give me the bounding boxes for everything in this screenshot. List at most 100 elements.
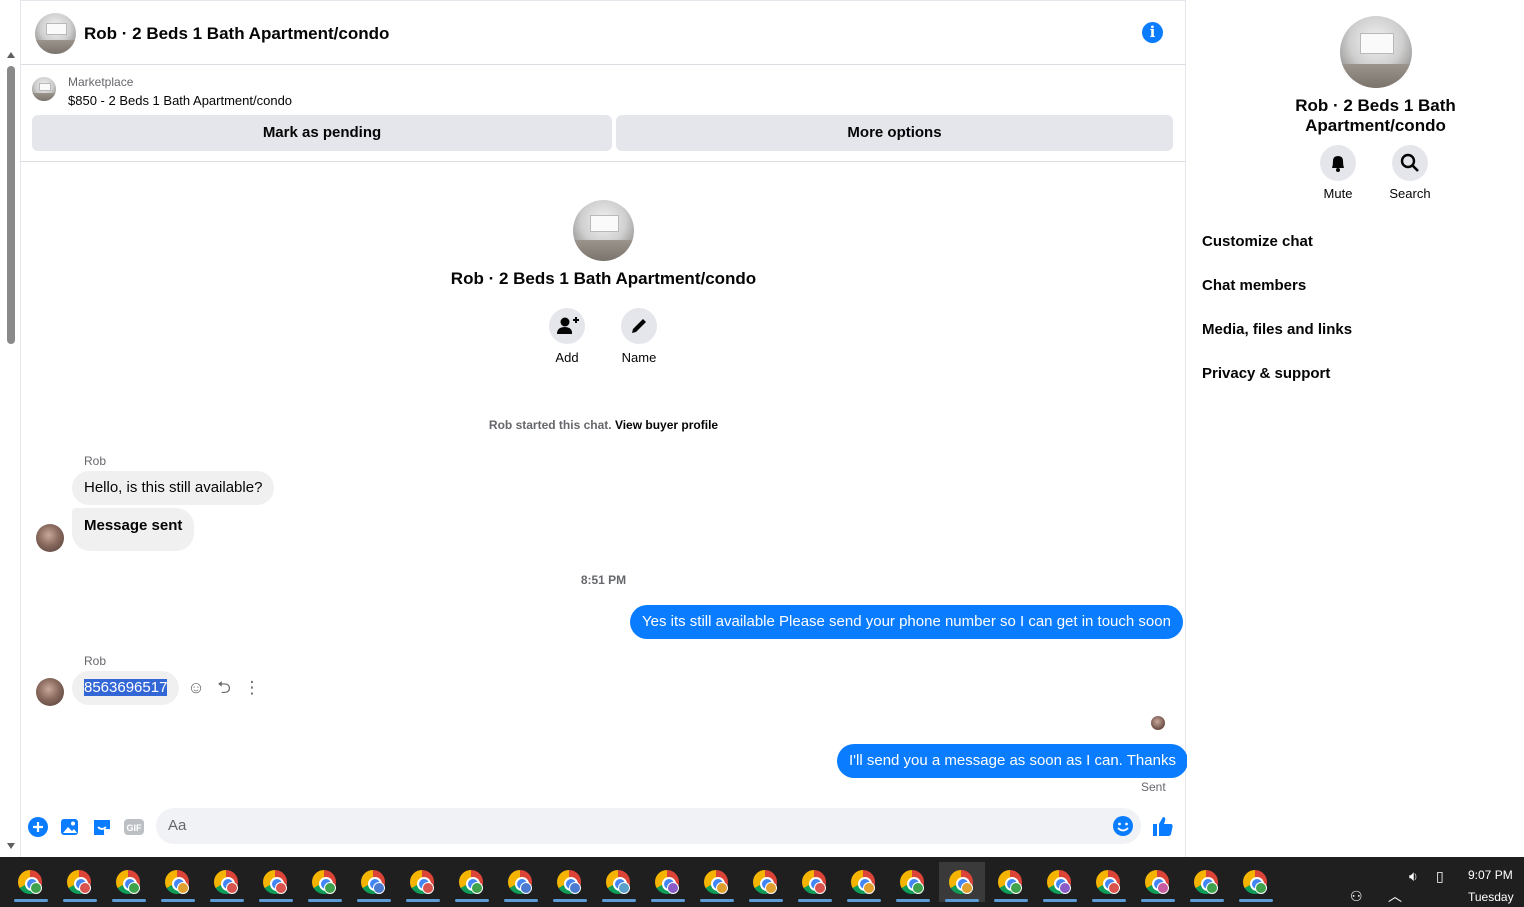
message-composer: GIF Aa [21, 800, 1186, 856]
taskbar-chrome-app[interactable] [302, 862, 348, 902]
react-icon[interactable]: ☺ [186, 678, 206, 698]
gif-icon[interactable]: GIF [123, 816, 145, 838]
rob-avatar[interactable] [36, 524, 64, 552]
running-indicator [798, 899, 832, 902]
running-indicator [602, 899, 636, 902]
mute-button[interactable] [1320, 145, 1356, 181]
plus-circle-icon[interactable] [27, 816, 49, 838]
name-chat-button[interactable] [621, 308, 657, 344]
taskbar-chrome-app[interactable] [8, 862, 54, 902]
taskbar-chrome-app[interactable] [253, 862, 299, 902]
customize-chat-item[interactable]: Customize chat [1202, 233, 1313, 250]
sender-name: Rob [84, 654, 107, 668]
emoji-icon[interactable] [1112, 815, 1134, 837]
running-indicator [455, 899, 489, 902]
taskbar-chrome-app[interactable] [841, 862, 887, 902]
thumbs-up-icon[interactable] [1151, 814, 1175, 838]
clock-time[interactable]: 9:07 PM [1468, 868, 1513, 882]
chat-members-item[interactable]: Chat members [1202, 277, 1306, 294]
listing-title[interactable]: $850 - 2 Beds 1 Bath Apartment/condo [68, 93, 292, 108]
add-people-button[interactable] [549, 308, 585, 344]
taskbar-chrome-app[interactable] [988, 862, 1034, 902]
profile-badge-icon [863, 882, 875, 894]
people-icon[interactable]: ⚇ [1350, 888, 1363, 905]
profile-badge-icon [618, 882, 630, 894]
mark-as-pending-button[interactable]: Mark as pending [32, 115, 612, 151]
taskbar-chrome-app[interactable] [351, 862, 397, 902]
photo-icon[interactable] [59, 816, 81, 838]
profile-badge-icon [275, 882, 287, 894]
profile-badge-icon [716, 882, 728, 894]
running-indicator [700, 899, 734, 902]
taskbar-chrome-app[interactable] [204, 862, 250, 902]
message-bubble-incoming[interactable]: Message sent [72, 508, 195, 551]
running-indicator [357, 899, 391, 902]
selected-phone-number[interactable]: 8563696517 [84, 679, 168, 696]
info-icon[interactable]: i [1142, 22, 1163, 43]
intro-avatar [573, 200, 634, 261]
reply-icon[interactable]: ⮌ [214, 678, 234, 698]
taskbar-chrome-app[interactable] [1086, 862, 1132, 902]
search-icon [1400, 153, 1419, 172]
chat-title[interactable]: Rob · 2 Beds 1 Bath Apartment/condo [84, 24, 389, 44]
taskbar-chrome-app[interactable] [547, 862, 593, 902]
taskbar-chrome-app[interactable] [155, 862, 201, 902]
profile-badge-icon [1059, 882, 1071, 894]
taskbar-chrome-app[interactable] [449, 862, 495, 902]
taskbar-chrome-app[interactable] [645, 862, 691, 902]
more-options-button[interactable]: More options [616, 115, 1173, 151]
taskbar-chrome-app[interactable] [1184, 862, 1230, 902]
chat-intro: Rob · 2 Beds 1 Bath Apartment/condo [21, 200, 1186, 289]
clock-day[interactable]: Tuesday [1468, 890, 1514, 904]
media-files-links-item[interactable]: Media, files and links [1202, 321, 1352, 338]
taskbar-chrome-app[interactable] [596, 862, 642, 902]
more-vertical-icon[interactable]: ⋮ [242, 678, 262, 698]
taskbar-chrome-app[interactable] [1135, 862, 1181, 902]
rob-avatar[interactable] [36, 678, 64, 706]
page-scrollbar[interactable] [0, 0, 21, 857]
scroll-up-arrow-icon[interactable] [7, 52, 15, 58]
add-label: Add [555, 350, 579, 365]
profile-badge-icon [324, 882, 336, 894]
running-indicator [1239, 899, 1273, 902]
taskbar-chrome-app[interactable] [1233, 862, 1279, 902]
sticker-icon[interactable] [91, 816, 113, 838]
scroll-down-arrow-icon[interactable] [7, 843, 15, 849]
taskbar-chrome-app[interactable] [1037, 862, 1083, 902]
running-indicator [406, 899, 440, 902]
taskbar-chrome-app[interactable] [743, 862, 789, 902]
search-button[interactable] [1392, 145, 1428, 181]
taskbar-chrome-app[interactable] [106, 862, 152, 902]
view-buyer-profile-link[interactable]: View buyer profile [615, 418, 718, 432]
taskbar-chrome-app[interactable] [694, 862, 740, 902]
message-timestamp: 8:51 PM [580, 573, 627, 587]
scrollbar-thumb[interactable] [7, 66, 15, 344]
chat-avatar[interactable] [35, 13, 76, 54]
taskbar-chrome-app[interactable] [498, 862, 544, 902]
chevron-up-icon[interactable]: ︿ [1388, 886, 1402, 906]
message-bubble-outgoing[interactable]: Yes its still available Please send your… [630, 605, 1183, 639]
message-bubble-outgoing[interactable]: I'll send you a message as soon as I can… [837, 744, 1188, 778]
taskbar-chrome-app[interactable] [939, 862, 985, 902]
profile-badge-icon [667, 882, 679, 894]
volume-icon[interactable]: 🔉︎ [1409, 868, 1418, 885]
profile-badge-icon [961, 882, 973, 894]
profile-badge-icon [422, 882, 434, 894]
taskbar-chrome-app[interactable] [57, 862, 103, 902]
message-input-placeholder: Aa [168, 817, 187, 834]
name-label: Name [621, 350, 657, 365]
running-indicator [161, 899, 195, 902]
taskbar-chrome-app[interactable] [400, 862, 446, 902]
privacy-support-item[interactable]: Privacy & support [1202, 365, 1330, 382]
message-bubble-incoming[interactable]: 8563696517 [72, 671, 180, 705]
listing-thumbnail[interactable] [32, 77, 56, 101]
battery-icon[interactable]: ▯ [1436, 868, 1444, 885]
running-indicator [553, 899, 587, 902]
message-input[interactable]: Aa [156, 808, 1141, 844]
taskbar [0, 857, 1524, 907]
taskbar-chrome-app[interactable] [792, 862, 838, 902]
taskbar-chrome-app[interactable] [890, 862, 936, 902]
message-bubble-incoming[interactable]: Hello, is this still available? [72, 471, 275, 505]
running-indicator [1141, 899, 1175, 902]
svg-text:GIF: GIF [127, 823, 143, 833]
